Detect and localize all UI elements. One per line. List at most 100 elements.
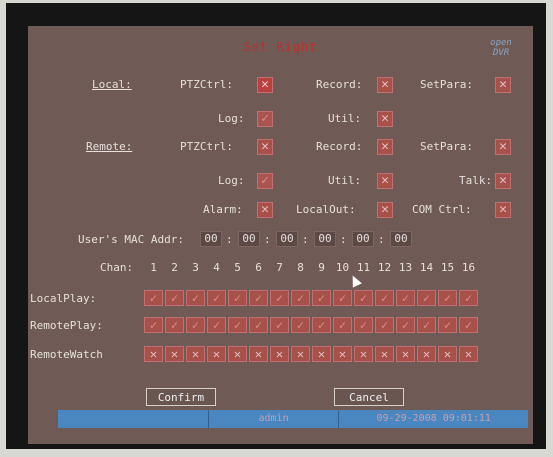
channel-header-label: Chan: [100,261,134,274]
channel-number: 10 [335,261,350,274]
channel-number: 15 [440,261,455,274]
channel-checkbox[interactable]: ✓ [396,290,415,306]
channel-checkbox[interactable]: ✕ [207,346,226,362]
channel-number: 2 [171,261,178,274]
remote-alarm-checkbox[interactable]: ✕ [257,202,273,218]
channel-checkbox[interactable]: ✓ [228,317,247,333]
mac-octet-6-input[interactable]: 00 [390,231,412,247]
channel-checkbox[interactable]: ✓ [396,317,415,333]
channel-checkbox[interactable]: ✓ [459,290,478,306]
mac-octet-5-input[interactable]: 00 [352,231,374,247]
channel-checkbox[interactable]: ✕ [186,346,205,362]
channel-checkbox[interactable]: ✓ [375,290,394,306]
local-ptzctrl-checkbox[interactable]: ✕ [257,77,273,93]
status-bar: admin 09-29-2008 09:01:11 [58,410,528,428]
mac-separator: : [378,233,385,246]
channel-number: 5 [234,261,241,274]
channel-checkbox[interactable]: ✓ [417,317,436,333]
channel-checkbox[interactable]: ✕ [459,346,478,362]
channel-checkbox[interactable]: ✓ [417,290,436,306]
channel-checkbox[interactable]: ✕ [165,346,184,362]
confirm-button[interactable]: Confirm [146,388,216,406]
channel-checkbox[interactable]: ✓ [165,290,184,306]
remote-record-checkbox[interactable]: ✕ [377,139,393,155]
channel-checkbox[interactable]: ✕ [249,346,268,362]
local-log-checkbox[interactable]: ✓ [257,111,273,127]
channel-checkbox[interactable]: ✕ [417,346,436,362]
local-record-checkbox[interactable]: ✕ [377,77,393,93]
channel-checkbox[interactable]: ✓ [333,290,352,306]
remote-ptzctrl-checkbox[interactable]: ✕ [257,139,273,155]
channel-checkbox[interactable]: ✓ [333,317,352,333]
remote-util-checkbox[interactable]: ✕ [377,173,393,189]
local-ptzctrl-label: PTZCtrl: [180,78,233,91]
logo-line1: open [490,38,512,48]
channel-checkbox[interactable]: ✕ [270,346,289,362]
channel-checkbox[interactable]: ✕ [291,346,310,362]
channel-checkbox[interactable]: ✓ [165,317,184,333]
channel-checkbox[interactable]: ✕ [333,346,352,362]
remote-section-label: Remote: [86,140,133,153]
local-record-label: Record: [316,78,363,91]
cancel-button[interactable]: Cancel [334,388,404,406]
channel-number: 8 [297,261,304,274]
remoteplay-row-label: RemotePlay: [30,319,103,332]
status-segment-empty [58,410,209,428]
mac-octet-2-input[interactable]: 00 [238,231,260,247]
channel-checkbox[interactable]: ✓ [438,317,457,333]
channel-number: 14 [419,261,434,274]
channel-checkbox[interactable]: ✕ [144,346,163,362]
status-user: admin [209,410,340,428]
channel-checkbox[interactable]: ✕ [438,346,457,362]
remote-record-label: Record: [316,140,363,153]
remote-comctrl-label: COM Ctrl: [412,203,472,216]
channel-checkbox[interactable]: ✓ [186,317,205,333]
channel-checkbox[interactable]: ✕ [375,346,394,362]
channel-number: 1 [150,261,157,274]
channel-checkbox[interactable]: ✕ [228,346,247,362]
set-right-dialog: Set Right open DVR Local: PTZCtrl: ✕ Rec… [28,26,533,444]
channel-number: 12 [377,261,392,274]
channel-checkbox[interactable]: ✓ [354,317,373,333]
local-log-label: Log: [218,112,245,125]
channel-checkbox[interactable]: ✓ [249,317,268,333]
mac-separator: : [264,233,271,246]
local-util-checkbox[interactable]: ✕ [377,111,393,127]
remote-comctrl-checkbox[interactable]: ✕ [495,202,511,218]
remote-localout-label: LocalOut: [296,203,356,216]
mac-octet-1-input[interactable]: 00 [200,231,222,247]
channel-checkbox[interactable]: ✓ [312,317,331,333]
remote-log-checkbox[interactable]: ✓ [257,173,273,189]
channel-checkbox[interactable]: ✓ [144,317,163,333]
channel-checkbox[interactable]: ✓ [228,290,247,306]
channel-checkbox[interactable]: ✓ [291,317,310,333]
mac-octet-3-input[interactable]: 00 [276,231,298,247]
channel-checkbox[interactable]: ✓ [270,290,289,306]
channel-number: 4 [213,261,220,274]
remote-setpara-checkbox[interactable]: ✕ [495,139,511,155]
channel-checkbox[interactable]: ✓ [438,290,457,306]
remote-talk-label: Talk: [459,174,493,187]
channel-checkbox[interactable]: ✕ [396,346,415,362]
channel-checkbox[interactable]: ✓ [144,290,163,306]
channel-checkbox[interactable]: ✓ [207,290,226,306]
remote-talk-checkbox[interactable]: ✕ [495,173,511,189]
channel-number: 3 [192,261,199,274]
channel-checkbox[interactable]: ✓ [312,290,331,306]
channel-checkbox[interactable]: ✓ [270,317,289,333]
channel-checkbox[interactable]: ✕ [312,346,331,362]
channel-checkbox[interactable]: ✓ [354,290,373,306]
channel-checkbox[interactable]: ✓ [291,290,310,306]
channel-checkbox[interactable]: ✓ [186,290,205,306]
mac-separator: : [302,233,309,246]
local-section-label: Local: [92,78,132,91]
mouse-cursor-icon [348,273,362,288]
mac-octet-4-input[interactable]: 00 [314,231,336,247]
local-setpara-checkbox[interactable]: ✕ [495,77,511,93]
remote-localout-checkbox[interactable]: ✕ [377,202,393,218]
channel-checkbox[interactable]: ✕ [354,346,373,362]
channel-checkbox[interactable]: ✓ [207,317,226,333]
channel-checkbox[interactable]: ✓ [249,290,268,306]
channel-checkbox[interactable]: ✓ [375,317,394,333]
channel-checkbox[interactable]: ✓ [459,317,478,333]
